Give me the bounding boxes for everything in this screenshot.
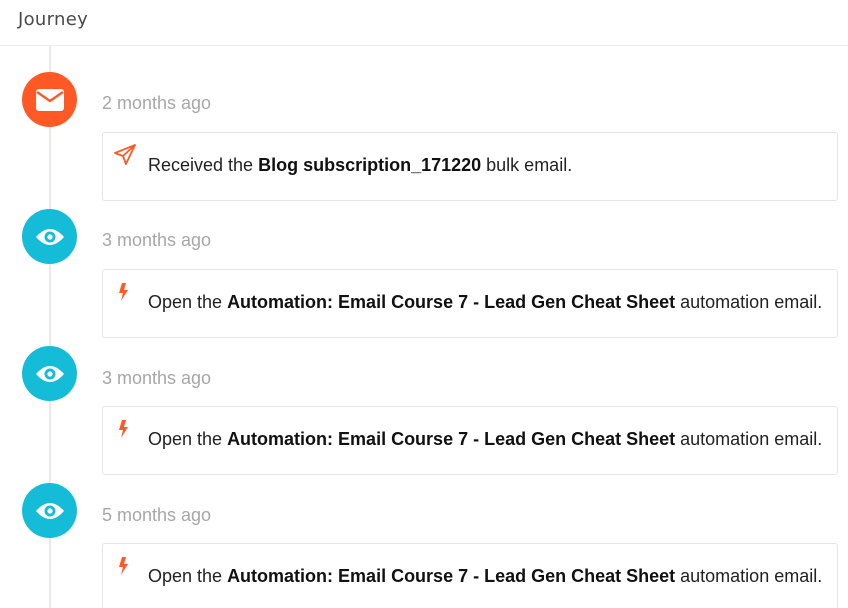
- event-description: Open the Automation: Email Course 7 - Le…: [148, 292, 822, 313]
- eye-icon: [35, 365, 64, 382]
- bolt-icon: [119, 420, 128, 438]
- event-description: Received the Blog subscription_171220 bu…: [148, 155, 572, 176]
- journey-timeline: 2 months ago Received the Blog subscript…: [0, 46, 848, 608]
- event-suffix: automation email.: [675, 429, 823, 449]
- paper-plane-icon: [114, 144, 136, 165]
- eye-icon-badge: [22, 483, 77, 538]
- event-card: Open the Automation: Email Course 7 - Le…: [102, 406, 838, 475]
- event-time: 3 months ago: [102, 230, 212, 250]
- event-prefix: Open the: [148, 566, 228, 586]
- event-time: 5 months ago: [102, 505, 212, 525]
- event-suffix: automation email.: [675, 292, 823, 312]
- event-suffix: bulk email.: [481, 155, 573, 175]
- event-prefix: Open the: [148, 429, 228, 449]
- event-subject: Automation: Email Course 7 - Lead Gen Ch…: [227, 429, 676, 449]
- eye-icon: [35, 502, 64, 519]
- journey-header: Journey: [0, 0, 848, 46]
- event-subject: Automation: Email Course 7 - Lead Gen Ch…: [227, 566, 676, 586]
- envelope-icon-badge: [22, 72, 77, 127]
- eye-icon: [35, 228, 64, 245]
- event-prefix: Open the: [148, 292, 228, 312]
- event-description: Open the Automation: Email Course 7 - Le…: [148, 429, 822, 450]
- bolt-icon: [119, 557, 128, 575]
- envelope-icon: [35, 88, 64, 111]
- event-suffix: automation email.: [675, 566, 823, 586]
- event-prefix: Received the: [148, 155, 259, 175]
- event-card: Open the Automation: Email Course 7 - Le…: [102, 543, 838, 608]
- event-time: 2 months ago: [102, 93, 212, 113]
- event-card: Received the Blog subscription_171220 bu…: [102, 132, 838, 201]
- journey-title: Journey: [18, 9, 89, 30]
- eye-icon-badge: [22, 209, 77, 264]
- event-card: Open the Automation: Email Course 7 - Le…: [102, 269, 838, 338]
- event-time: 3 months ago: [102, 368, 212, 388]
- event-description: Open the Automation: Email Course 7 - Le…: [148, 566, 822, 587]
- bolt-icon: [119, 283, 128, 301]
- event-subject: Blog subscription_171220: [258, 155, 482, 175]
- eye-icon-badge: [22, 346, 77, 401]
- event-subject: Automation: Email Course 7 - Lead Gen Ch…: [227, 292, 676, 312]
